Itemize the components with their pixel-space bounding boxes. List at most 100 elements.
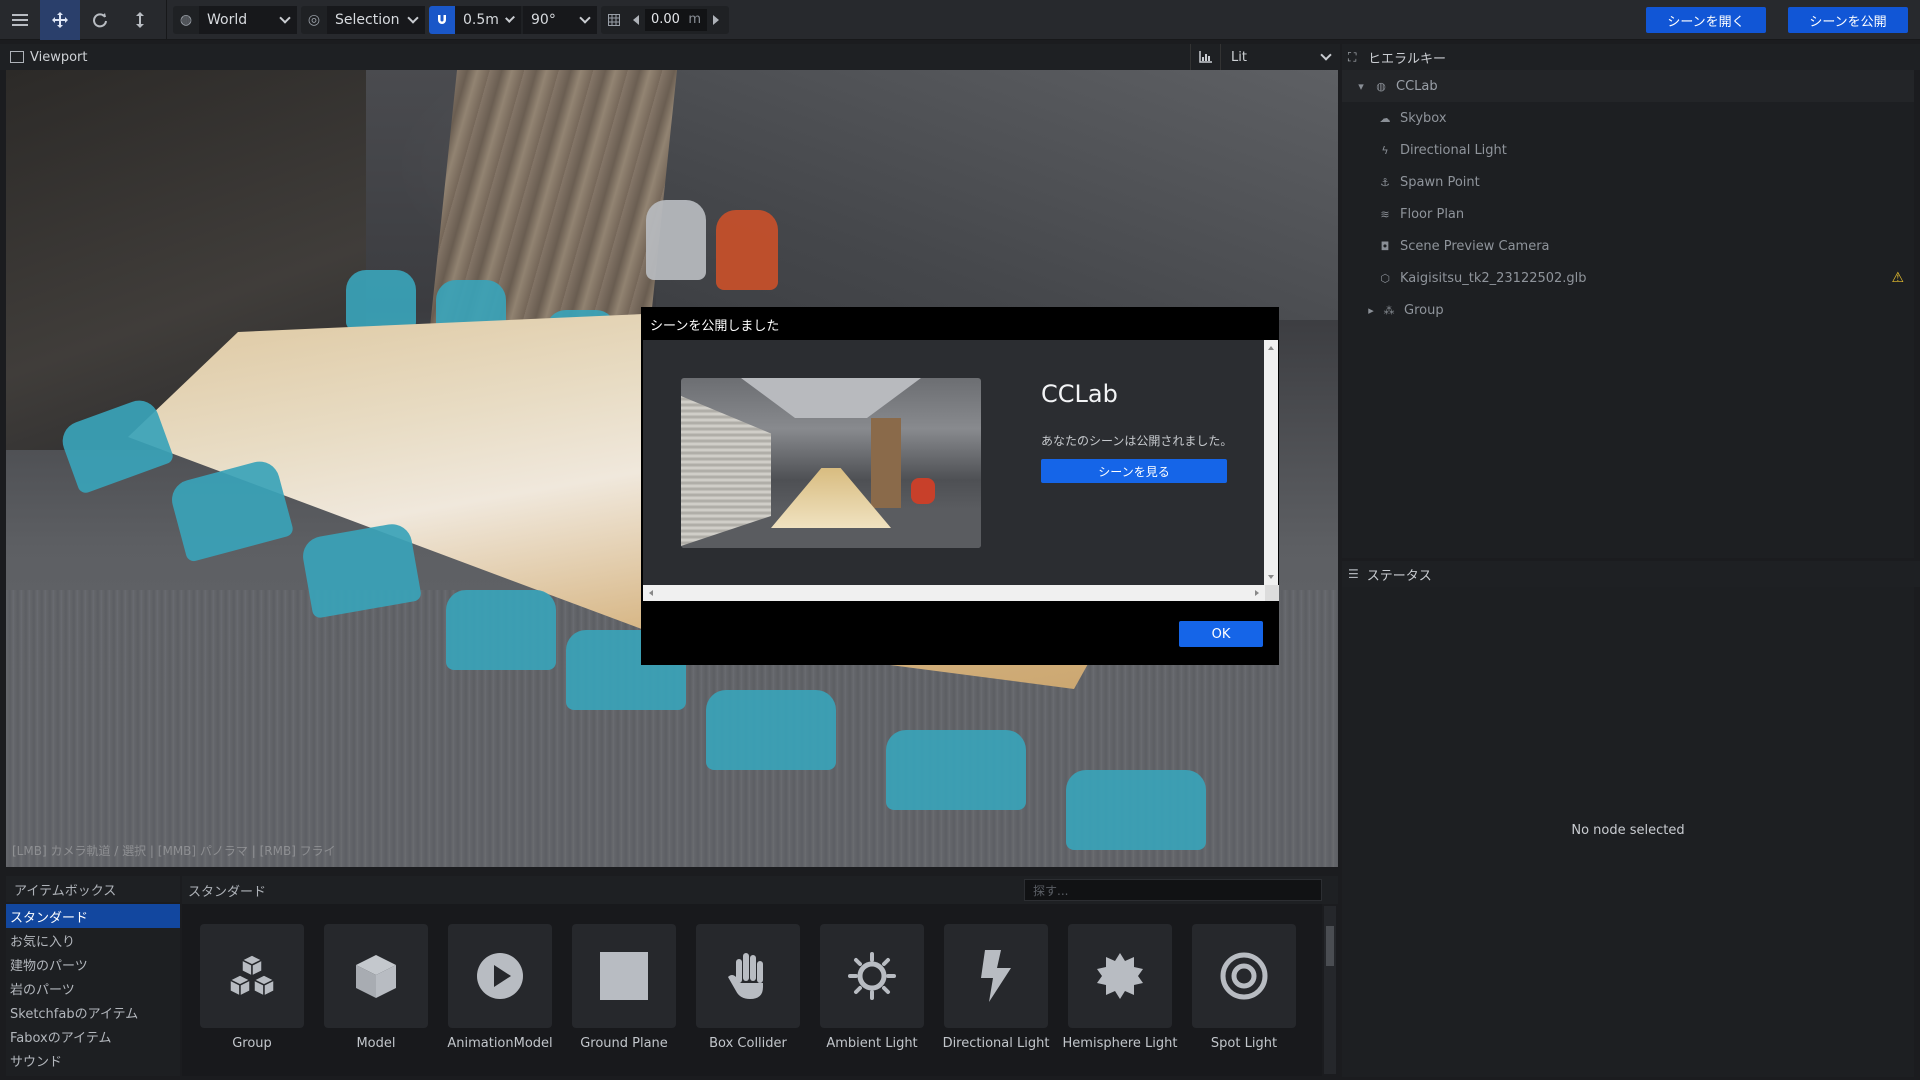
itembox-search-input[interactable]: 探す... — [1024, 879, 1322, 901]
scroll-right-icon[interactable] — [1255, 590, 1259, 596]
item-tile[interactable] — [1192, 924, 1296, 1028]
toolbar-divider — [166, 0, 167, 40]
item-ground-plane[interactable]: Ground Plane — [572, 924, 676, 1076]
itembox-scrollbar[interactable] — [1324, 906, 1336, 1074]
category-building-parts[interactable]: 建物のパーツ — [6, 952, 180, 976]
pivot-dropdown[interactable]: Selection — [327, 5, 425, 34]
viewport-header-controls: Lit — [1190, 44, 1340, 70]
magnet-icon[interactable] — [429, 5, 455, 34]
hierarchy-item-skybox[interactable]: ☁ Skybox — [1342, 102, 1914, 134]
toolbar-actions: シーンを開く シーンを公開 — [1646, 7, 1908, 33]
snap-translate-dropdown[interactable]: 0.5m — [455, 5, 521, 34]
dialog-vertical-scrollbar[interactable] — [1264, 340, 1278, 585]
bolt-icon — [981, 950, 1011, 1002]
grid-size-input[interactable]: 0.00 m — [645, 8, 707, 31]
warning-icon[interactable]: ⚠ — [1891, 270, 1904, 286]
snap-rotate-value: 90° — [531, 11, 556, 28]
hierarchy-item-label: Group — [1404, 302, 1444, 318]
chevron-down-icon — [1320, 49, 1332, 61]
dialog-title: シーンを公開しました — [642, 308, 1278, 340]
item-group[interactable]: Group — [200, 924, 304, 1076]
sun-icon — [848, 952, 896, 1000]
item-label: Ambient Light — [826, 1036, 918, 1051]
item-tile[interactable] — [200, 924, 304, 1028]
category-favorites[interactable]: お気に入り — [6, 928, 180, 952]
model-icon: ⬡ — [1380, 271, 1390, 285]
scene-chair — [446, 590, 556, 670]
item-tile[interactable] — [820, 924, 924, 1028]
grid-decrease-icon[interactable] — [633, 14, 639, 25]
hierarchy-item-directional-light[interactable]: ϟ Directional Light — [1342, 134, 1914, 166]
scroll-down-icon[interactable] — [1268, 575, 1274, 579]
item-label: Directional Light — [942, 1036, 1050, 1051]
category-fabox[interactable]: Faboxのアイテム — [6, 1024, 180, 1048]
render-mode-dropdown[interactable]: Lit — [1220, 44, 1340, 70]
snap-rotate-dropdown[interactable]: 90° — [523, 5, 597, 34]
item-label: Spot Light — [1210, 1036, 1278, 1051]
status-title: ステータス — [1366, 568, 1432, 584]
item-tile[interactable] — [572, 924, 676, 1028]
category-sound[interactable]: サウンド — [6, 1048, 180, 1072]
open-scene-button[interactable]: シーンを開く — [1646, 7, 1766, 33]
pivot-selector[interactable]: ◎ Selection — [301, 5, 425, 34]
caret-down-icon[interactable]: ▾ — [1354, 80, 1368, 93]
grid-icon[interactable] — [601, 6, 627, 34]
dialog-horizontal-scrollbar[interactable] — [643, 585, 1265, 601]
space-dropdown[interactable]: World — [199, 5, 297, 34]
target-icon — [1220, 952, 1268, 1000]
globe-icon: ◍ — [1376, 79, 1386, 93]
category-sketchfab[interactable]: Sketchfabのアイテム — [6, 1000, 180, 1024]
scrollbar-thumb[interactable] — [1326, 926, 1334, 966]
publish-scene-button[interactable]: シーンを公開 — [1788, 7, 1908, 33]
item-tile[interactable] — [696, 924, 800, 1028]
grid-increase-icon[interactable] — [713, 14, 719, 25]
item-spot-light[interactable]: Spot Light — [1192, 924, 1296, 1076]
item-tile[interactable] — [944, 924, 1048, 1028]
category-rock-parts[interactable]: 岩のパーツ — [6, 976, 180, 1000]
hierarchy-item-floor-plan[interactable]: ≋ Floor Plan — [1342, 198, 1914, 230]
hierarchy-item-label: Scene Preview Camera — [1400, 238, 1550, 254]
spawn-icon: ⚓ — [1380, 175, 1390, 189]
scene-chair — [886, 730, 1026, 810]
translate-tool-button[interactable] — [40, 0, 80, 40]
hierarchy-item-root[interactable]: ▾ ◍ CCLab — [1342, 70, 1914, 102]
item-box-collider[interactable]: Box Collider — [696, 924, 800, 1076]
starburst-icon — [1097, 953, 1143, 999]
hierarchy-item-scene-preview-camera[interactable]: ◘ Scene Preview Camera — [1342, 230, 1914, 262]
view-scene-button[interactable]: シーンを見る — [1041, 459, 1227, 483]
chart-icon — [1198, 51, 1212, 63]
stats-toggle-button[interactable] — [1190, 44, 1220, 70]
category-standard[interactable]: スタンダード — [6, 904, 180, 928]
item-tile[interactable] — [448, 924, 552, 1028]
dialog-message: あなたのシーンは公開されました。 — [1041, 434, 1233, 448]
scroll-up-icon[interactable] — [1268, 346, 1274, 350]
scrollbar-corner — [1265, 585, 1279, 601]
publish-success-dialog: シーンを公開しました CCLab あなたのシーンは公開されました。 シーンを見る… — [641, 307, 1279, 665]
hierarchy-item-spawn-point[interactable]: ⚓ Spawn Point — [1342, 166, 1914, 198]
scene-chair — [716, 210, 778, 290]
dialog-body: CCLab あなたのシーンは公開されました。 シーンを見る — [643, 340, 1265, 585]
item-hemisphere-light[interactable]: Hemisphere Light — [1063, 924, 1177, 1076]
item-ambient-light[interactable]: Ambient Light — [820, 924, 924, 1076]
floor-plan-icon: ≋ — [1380, 207, 1390, 221]
item-directional-light[interactable]: Directional Light — [942, 924, 1050, 1076]
hierarchy-item-label: CCLab — [1396, 78, 1438, 94]
space-selector[interactable]: ◍ World — [173, 5, 297, 34]
item-tile[interactable] — [324, 924, 428, 1028]
ok-button[interactable]: OK — [1179, 621, 1263, 647]
scale-tool-button[interactable] — [120, 0, 160, 40]
menu-button[interactable] — [0, 0, 40, 40]
scene-chair — [706, 690, 836, 770]
hierarchy-item-group[interactable]: ▸ ⁂ Group — [1342, 294, 1914, 326]
hierarchy-item-label: Kaigisitsu_tk2_23122502.glb — [1400, 270, 1587, 286]
scene-chair — [346, 270, 416, 330]
grid-controls: 0.00 m — [601, 5, 729, 34]
scroll-left-icon[interactable] — [649, 590, 653, 596]
item-animation-model[interactable]: AnimationModel — [447, 924, 553, 1076]
item-tile[interactable] — [1068, 924, 1172, 1028]
itembox-header: アイテムボックス — [6, 876, 180, 902]
item-model[interactable]: Model — [324, 924, 428, 1076]
caret-right-icon[interactable]: ▸ — [1364, 304, 1378, 317]
hierarchy-item-model[interactable]: ⬡ Kaigisitsu_tk2_23122502.glb ⚠ — [1342, 262, 1914, 294]
rotate-tool-button[interactable] — [80, 0, 120, 40]
